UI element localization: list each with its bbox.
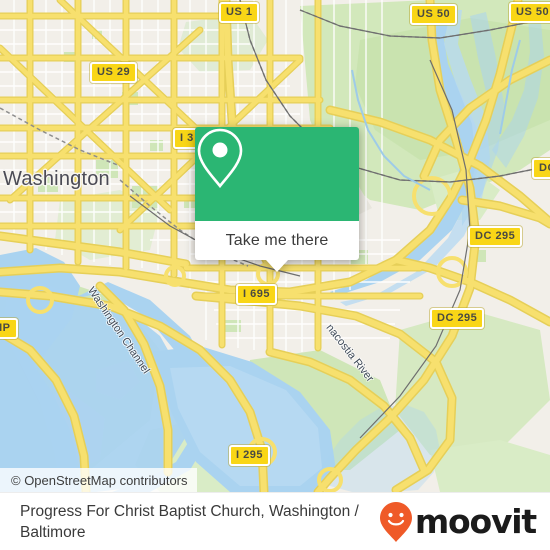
osm-attribution[interactable]: © OpenStreetMap contributors xyxy=(0,468,197,492)
highway-shield-us50-b: US 50 xyxy=(509,2,550,23)
popup-tail xyxy=(266,260,288,272)
place-title: Progress For Christ Baptist Church, Wash… xyxy=(20,502,359,541)
location-popup-card[interactable]: Take me there xyxy=(195,127,359,272)
moovit-brand[interactable]: moovit xyxy=(379,501,537,543)
popup-pin-area xyxy=(195,127,359,221)
moovit-smiley-pin-icon xyxy=(379,501,412,542)
map-pin-icon xyxy=(197,128,243,189)
moovit-map-screen: Washington Washington Channel nacostia R… xyxy=(0,0,550,550)
highway-shield-us29: US 29 xyxy=(90,62,138,83)
map-canvas[interactable]: Washington Washington Channel nacostia R… xyxy=(0,0,550,492)
highway-shield-i295: I 295 xyxy=(229,445,270,466)
osm-attribution-text: © OpenStreetMap contributors xyxy=(11,472,188,488)
popup-action-bar[interactable]: Take me there xyxy=(195,221,359,260)
moovit-wordmark: moovit xyxy=(414,502,537,541)
highway-shield-dc: DC xyxy=(532,158,550,179)
highway-shield-dc295-b: DC 295 xyxy=(430,308,485,329)
highway-shield-dc295-a: DC 295 xyxy=(468,226,523,247)
map-label-washington: Washington xyxy=(3,168,110,190)
highway-shield-us1: US 1 xyxy=(219,2,260,23)
footer-bar: Progress For Christ Baptist Church, Wash… xyxy=(0,492,550,550)
highway-shield-us50-a: US 50 xyxy=(410,4,458,25)
highway-shield-mp: MP xyxy=(0,318,18,339)
highway-shield-i695: I 695 xyxy=(236,284,277,305)
take-me-there-label: Take me there xyxy=(225,231,329,249)
